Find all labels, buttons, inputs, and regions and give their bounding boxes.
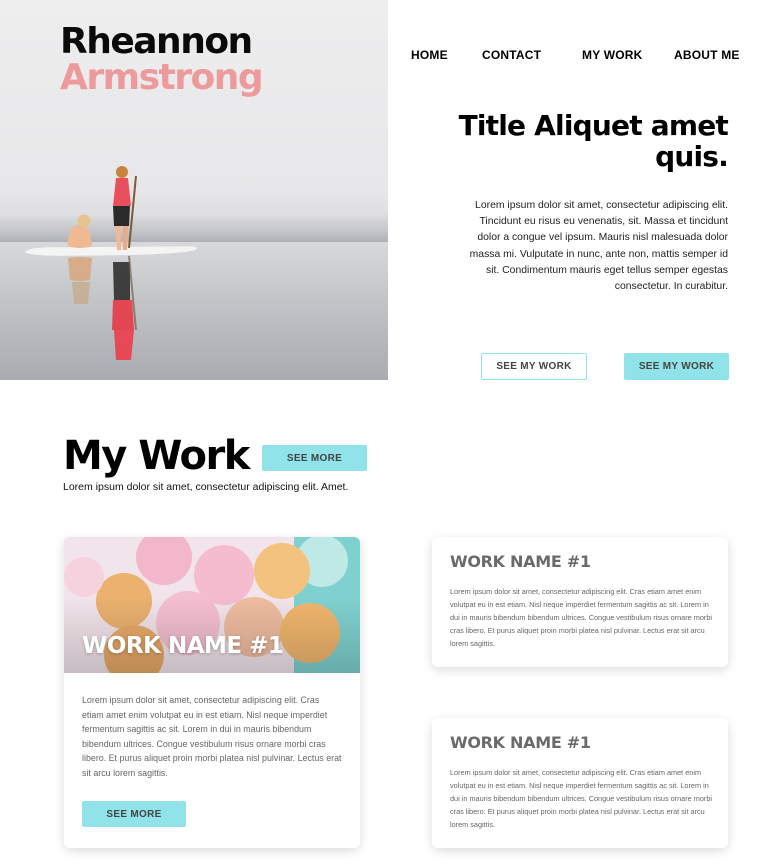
my-work-title: My Work [63,433,250,479]
featured-work-card[interactable]: WORK NAME #1 Lorem ipsum dolor sit amet,… [64,537,360,848]
nav-home[interactable]: HOME [411,48,448,62]
work-card-top[interactable]: WORK NAME #1 Lorem ipsum dolor sit amet,… [432,537,728,667]
work-card-bottom-body: Lorem ipsum dolor sit amet, consectetur … [450,768,713,829]
hero-title-line1: Title Aliquet amet [458,109,729,142]
hero-title: Title Aliquet amet quis. [428,109,729,173]
balloons-image: WORK NAME #1 [64,537,360,673]
hero-body: Lorem ipsum dolor sit amet, consectetur … [469,200,728,293]
featured-card-title: WORK NAME #1 [82,633,284,659]
work-card-top-body: Lorem ipsum dolor sit amet, consectetur … [450,587,713,648]
see-my-work-outline-button[interactable]: SEE MY WORK [481,353,587,380]
featured-see-more-button[interactable]: SEE MORE [82,801,186,827]
see-my-work-filled-button[interactable]: SEE MY WORK [624,353,729,380]
see-more-button[interactable]: SEE MORE [262,445,367,471]
my-work-subtitle: Lorem ipsum dolor sit amet, consectetur … [63,481,349,493]
hero-photo: Rheannon Armstrong [0,0,388,380]
nav-my-work[interactable]: MY WORK [582,48,643,62]
nav-about[interactable]: ABOUT ME [674,48,740,62]
site-name: Rheannon Armstrong [60,21,264,98]
name-first: Rheannon [60,21,253,62]
hero-title-line2: quis. [655,140,729,173]
work-card-bottom-title: WORK NAME #1 [450,733,591,752]
name-last: Armstrong [60,57,264,98]
nav-contact[interactable]: CONTACT [482,48,541,62]
featured-card-body: Lorem ipsum dolor sit amet, consectetur … [82,695,342,778]
work-card-bottom[interactable]: WORK NAME #1 Lorem ipsum dolor sit amet,… [432,718,728,848]
work-card-top-title: WORK NAME #1 [450,552,591,571]
